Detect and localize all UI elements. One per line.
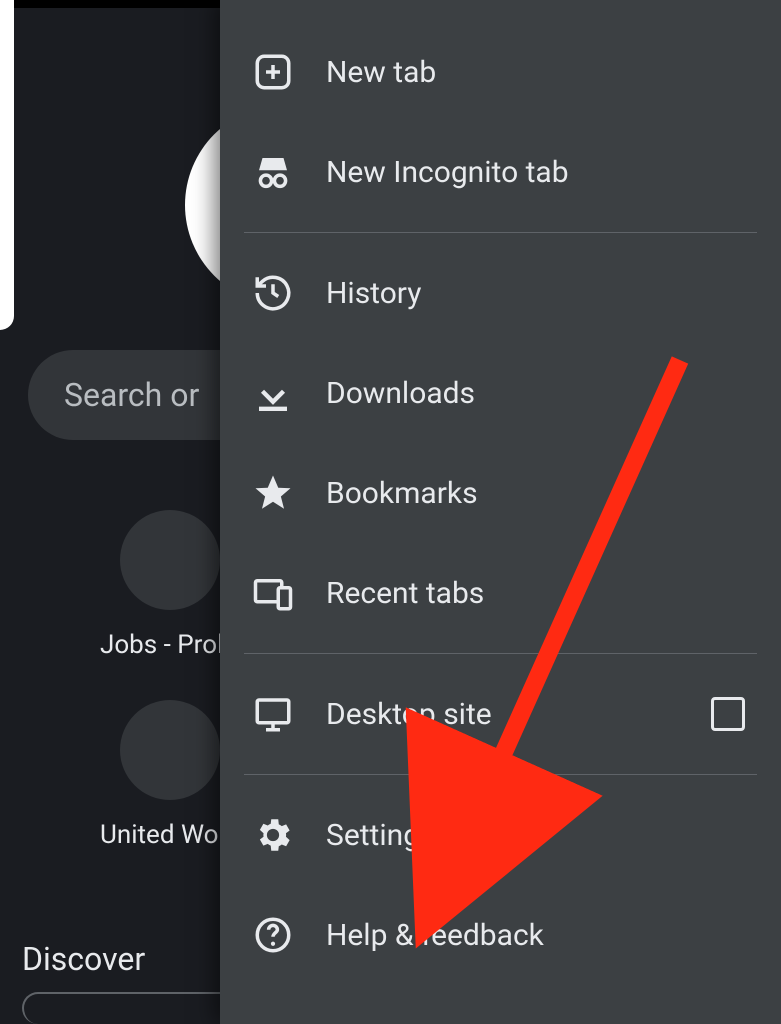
menu-item-downloads[interactable]: Downloads (220, 343, 781, 443)
star-icon (250, 470, 296, 516)
menu-item-label: Help & feedback (326, 918, 544, 953)
download-icon (250, 370, 296, 416)
menu-item-label: Bookmarks (326, 476, 478, 511)
desktop-site-checkbox[interactable] (711, 697, 745, 731)
menu-item-bookmarks[interactable]: Bookmarks (220, 443, 781, 543)
overflow-menu: New tab New Incognito tab History Downlo… (220, 0, 781, 1024)
shortcut-label: Jobs - Prol (100, 630, 223, 660)
menu-separator (244, 774, 757, 775)
history-icon (250, 270, 296, 316)
menu-item-label: New tab (326, 55, 436, 90)
search-placeholder: Search or (64, 376, 199, 414)
menu-item-new-tab[interactable]: New tab (220, 22, 781, 122)
menu-item-label: New Incognito tab (326, 155, 569, 190)
menu-item-history[interactable]: History (220, 243, 781, 343)
menu-item-label: Settings (326, 818, 436, 853)
menu-separator (244, 653, 757, 654)
shortcut-chip[interactable] (120, 700, 220, 800)
menu-item-incognito[interactable]: New Incognito tab (220, 122, 781, 222)
shortcut-chip[interactable] (120, 510, 220, 610)
left-edge (0, 0, 14, 330)
menu-item-recent-tabs[interactable]: Recent tabs (220, 543, 781, 643)
gear-icon (250, 812, 296, 858)
menu-item-label: Downloads (326, 376, 475, 411)
incognito-icon (250, 149, 296, 195)
discover-heading: Discover (22, 940, 145, 978)
menu-item-settings[interactable]: Settings (220, 785, 781, 885)
desktop-icon (250, 691, 296, 737)
plus-square-icon (250, 49, 296, 95)
menu-item-label: History (326, 276, 421, 311)
devices-icon (250, 570, 296, 616)
menu-item-label: Desktop site (326, 697, 492, 732)
shortcut-label: United Wor (100, 820, 227, 850)
menu-item-help[interactable]: Help & feedback (220, 885, 781, 985)
menu-item-label: Recent tabs (326, 576, 484, 611)
menu-separator (244, 232, 757, 233)
help-icon (250, 912, 296, 958)
menu-item-desktop-site[interactable]: Desktop site (220, 664, 781, 764)
